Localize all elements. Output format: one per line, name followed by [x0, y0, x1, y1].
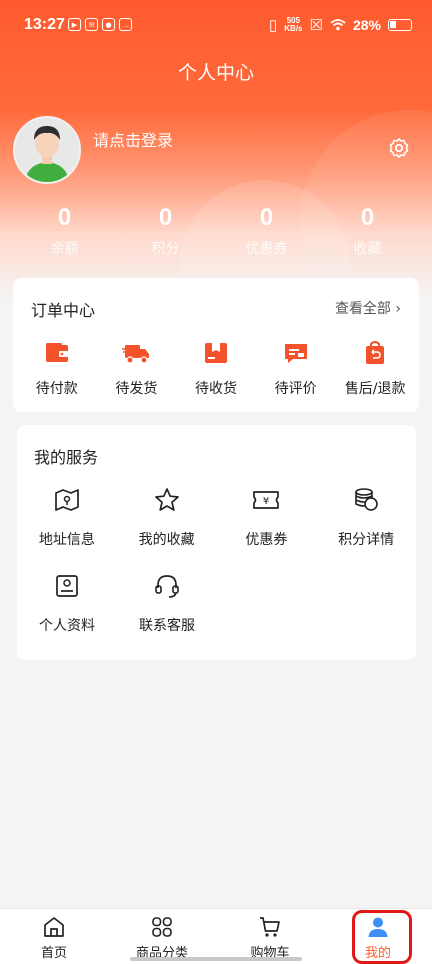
battery-percent: 28% — [352, 17, 381, 33]
cart-icon — [260, 917, 280, 937]
avatar-image — [15, 118, 79, 182]
service-profile[interactable]: 个人资料 — [17, 573, 117, 659]
app-icon: … — [119, 18, 132, 31]
svg-text:¥: ¥ — [263, 496, 269, 507]
home-indicator — [130, 957, 302, 961]
order-pending-shipment[interactable]: 待发货 — [97, 340, 177, 398]
active-tab-highlight — [352, 910, 412, 964]
star-icon — [154, 488, 179, 511]
my-services-card: 我的服务 地址信息 我的收藏 ¥ 优惠券 积分详情 个人资料 联系客服 — [17, 425, 416, 660]
my-services-title: 我的服务 — [34, 448, 99, 467]
service-coupons[interactable]: ¥ 优惠券 — [217, 487, 317, 573]
wallet-icon — [45, 343, 68, 362]
comment-icon — [284, 344, 307, 363]
refund-bag-icon — [366, 341, 385, 364]
no-sim-icon: ☒ — [309, 17, 323, 34]
home-icon — [44, 917, 64, 937]
order-pending-receipt[interactable]: 待收货 — [176, 340, 256, 398]
page-title: 个人中心 — [177, 62, 254, 84]
stat-balance[interactable]: 0 余额 — [14, 204, 115, 258]
settings-gear-icon[interactable] — [387, 136, 411, 160]
battery-icon — [388, 19, 412, 31]
order-pending-review[interactable]: 待评价 — [256, 340, 336, 398]
truck-icon — [122, 345, 150, 364]
status-bar: 13:27 ▶ ✉ ● … ▯ 505 KB/s ☒ 28% — [0, 0, 432, 52]
headset-icon — [155, 575, 179, 598]
coupon-icon: ¥ — [253, 491, 280, 509]
account-stats: 0 余额 0 积分 0 优惠券 0 收藏 — [14, 204, 418, 258]
coins-icon — [355, 488, 378, 511]
service-customer-support[interactable]: 联系客服 — [117, 573, 217, 659]
order-center-title: 订单中心 — [31, 301, 96, 320]
box-icon — [204, 343, 227, 363]
chevron-right-icon: › — [395, 301, 401, 317]
mail-icon: ✉ — [85, 18, 98, 31]
avatar[interactable] — [13, 116, 81, 184]
service-favorites[interactable]: 我的收藏 — [117, 487, 217, 573]
order-pending-payment[interactable]: 待付款 — [17, 340, 97, 398]
stat-favorites[interactable]: 0 收藏 — [317, 204, 418, 258]
tab-home[interactable]: 首页 — [0, 909, 108, 964]
category-icon — [152, 917, 172, 937]
wifi-icon — [330, 19, 346, 31]
stat-points[interactable]: 0 积分 — [115, 204, 216, 258]
tab-cart[interactable]: 购物车 — [216, 909, 324, 964]
network-speed: 505 KB/s — [284, 16, 303, 33]
map-icon — [55, 489, 79, 511]
tab-categories[interactable]: 商品分类 — [108, 909, 216, 964]
service-points-detail[interactable]: 积分详情 — [316, 487, 416, 573]
order-after-sale-refund[interactable]: 售后/退款 — [335, 340, 415, 398]
service-address[interactable]: 地址信息 — [17, 487, 117, 573]
order-center-card: 订单中心 查看全部 › 待付款 待发货 待收货 待评价 售后/退款 — [13, 278, 419, 412]
notification-icon: ▶ — [68, 18, 81, 31]
status-time: 13:27 — [24, 16, 65, 33]
stat-coupons[interactable]: 0 优惠券 — [216, 204, 317, 258]
profile-card-icon — [56, 575, 78, 597]
vibrate-icon: ▯ — [269, 17, 278, 34]
view-all-orders-link[interactable]: 查看全部 › — [335, 298, 401, 318]
login-prompt[interactable]: 请点击登录 — [93, 127, 173, 151]
chat-icon: ● — [102, 18, 115, 31]
